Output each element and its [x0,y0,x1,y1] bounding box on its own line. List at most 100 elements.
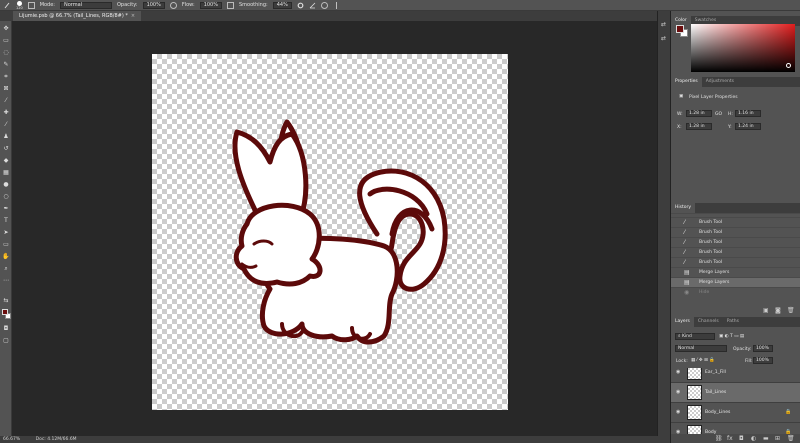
swap-colors-icon[interactable]: ⇆ [2,297,10,304]
color-picker-field[interactable] [691,24,795,72]
link-layers-icon[interactable]: ⛓ [715,435,723,442]
frame-tool-icon[interactable]: ⊠ [2,85,10,92]
history-item[interactable]: ▤ Merge Layers [671,267,800,277]
foreground-color-swatch[interactable] [2,309,8,315]
smoothing-gear-icon[interactable] [297,2,304,9]
close-tab-icon[interactable]: × [131,13,135,19]
history-item[interactable]: ⁄ Brush Tool [671,237,800,247]
lasso-tool-icon[interactable]: ◌ [2,49,10,56]
layer-row[interactable]: ◉ Body_Lines 🔒 [671,402,800,422]
layer-filter-dropdown[interactable]: ⌕ Kind [675,333,715,340]
layer-style-icon[interactable]: fx [727,435,733,442]
canvas[interactable] [152,54,508,410]
airbrush-icon[interactable] [226,1,234,9]
eraser-tool-icon[interactable]: ◆ [2,157,10,164]
document-tab-title: Lijumie.psb @ 66.7% (Tail_Lines, RGB/8#)… [19,13,128,19]
history-brush-tool-icon[interactable]: ↺ [2,145,10,152]
healing-brush-tool-icon[interactable]: ✚ [2,109,10,116]
tab-channels[interactable]: Channels [694,317,723,327]
marquee-tool-icon[interactable]: ▭ [2,37,10,44]
pressure-size-icon[interactable] [320,1,328,9]
brush-panel-icon[interactable]: ⇄ [661,35,668,42]
link-dimensions-icon[interactable]: GO [715,112,722,117]
history-item-undone[interactable]: ◉ Hide [671,287,800,297]
quick-mask-icon[interactable]: ◘ [2,325,10,332]
add-mask-icon[interactable]: ◘ [739,435,744,442]
gradient-tool-icon[interactable]: ▦ [2,169,10,176]
layer-name[interactable]: Body_Lines [705,403,730,423]
move-tool-icon[interactable]: ✥ [2,25,10,32]
layer-row-selected[interactable]: ◉ Tail_Lines [671,382,800,402]
delete-layer-icon[interactable]: 🗑 [787,435,795,442]
blur-tool-icon[interactable]: ● [2,181,10,188]
layer-row[interactable]: ◉ Body 🔒 [671,422,800,434]
tab-history[interactable]: History [671,203,696,213]
smoothing-input[interactable]: 44% [272,1,292,9]
history-item[interactable]: ⁄ Brush Tool [671,217,800,227]
x-field[interactable]: 1.28 in [686,123,712,130]
lock-label: Lock: [676,359,688,364]
history-item-selected[interactable]: ▤ Merge Layers [671,277,800,287]
type-tool-icon[interactable]: T [2,217,10,224]
new-document-from-state-icon[interactable]: ▣ [763,307,769,314]
adjustment-layer-icon[interactable]: ◐ [751,435,756,442]
pressure-opacity-icon[interactable] [169,1,177,9]
brush-preset-picker[interactable]: 120 [16,0,23,10]
delete-state-icon[interactable]: 🗑 [787,307,795,314]
visibility-eye-icon[interactable]: ◉ [676,390,682,395]
new-snapshot-icon[interactable]: ◙ [775,307,781,314]
document-info[interactable]: Doc: 4.12M/66.6M [36,437,77,442]
brush-settings-icon[interactable] [27,1,35,9]
clone-stamp-tool-icon[interactable]: ♟ [2,133,10,140]
crop-tool-icon[interactable]: ⌗ [2,73,10,80]
hand-tool-icon[interactable]: ✋ [2,253,10,260]
flow-input[interactable]: 100% [199,1,222,9]
brush-tool-icon[interactable]: ⁄ [2,121,10,128]
height-field[interactable]: 1.16 in [735,110,761,117]
fill-field[interactable]: 100% [753,357,773,364]
tab-paths[interactable]: Paths [723,317,743,327]
pen-tool-icon[interactable]: ✒ [2,205,10,212]
color-picker-cursor[interactable] [786,63,791,68]
layer-filter-icons[interactable]: ▣ ◐ T ▭ ▤ [719,334,744,339]
brush-tool-preset-icon[interactable] [4,2,11,9]
layer-row[interactable]: ◉ Ear_1_Fill [671,368,800,382]
width-field[interactable]: 1.28 in [686,110,712,117]
brush-angle-icon[interactable] [309,2,316,9]
path-selection-tool-icon[interactable]: ➤ [2,229,10,236]
y-field[interactable]: 1.24 in [735,123,761,130]
mode-dropdown[interactable]: Normal [60,1,112,9]
lock-icons[interactable]: ▦ ⁄ ✥ ⊞ 🔒 [691,358,715,363]
new-layer-icon[interactable]: ⊞ [775,435,780,442]
document-tab[interactable]: Lijumie.psb @ 66.7% (Tail_Lines, RGB/8#)… [13,11,142,21]
color-swatches[interactable] [2,309,11,320]
zoom-tool-icon[interactable]: ⌕ [2,265,10,272]
history-item[interactable]: ⁄ Brush Tool [671,227,800,237]
layer-opacity-field[interactable]: 100% [753,345,773,352]
quick-select-tool-icon[interactable]: ✎ [2,61,10,68]
dodge-tool-icon[interactable]: ○ [2,193,10,200]
symmetry-icon[interactable] [333,1,340,9]
screen-mode-icon[interactable]: ▢ [2,337,10,344]
layer-name[interactable]: Tail_Lines [705,383,726,403]
height-label: H: [728,112,733,117]
layer-name[interactable]: Ear_1_Fill [705,368,726,383]
history-item[interactable]: ⁄ Brush Tool [671,257,800,267]
eyedropper-tool-icon[interactable]: ⁄ [2,97,10,104]
tab-properties[interactable]: Properties [671,77,702,87]
zoom-level[interactable]: 66.67% [3,437,20,442]
tab-adjustments[interactable]: Adjustments [702,77,738,87]
visibility-eye-icon[interactable]: ◉ [676,370,682,375]
opacity-input[interactable]: 100% [142,1,165,9]
blend-mode-dropdown[interactable]: Normal [675,345,727,352]
new-group-icon[interactable]: ▬ [763,435,769,442]
panel-foreground-swatch[interactable] [676,25,684,33]
adjust-panel-icon[interactable]: ⇄ [661,21,668,28]
document-workspace[interactable] [12,21,657,436]
visibility-eye-icon[interactable]: ◉ [676,410,682,415]
layer-name[interactable]: Body [705,423,716,434]
history-item[interactable]: ⁄ Brush Tool [671,247,800,257]
rectangle-tool-icon[interactable]: ▭ [2,241,10,248]
more-tools-icon[interactable]: ⋯ [2,277,10,284]
tab-layers[interactable]: Layers [671,317,694,327]
